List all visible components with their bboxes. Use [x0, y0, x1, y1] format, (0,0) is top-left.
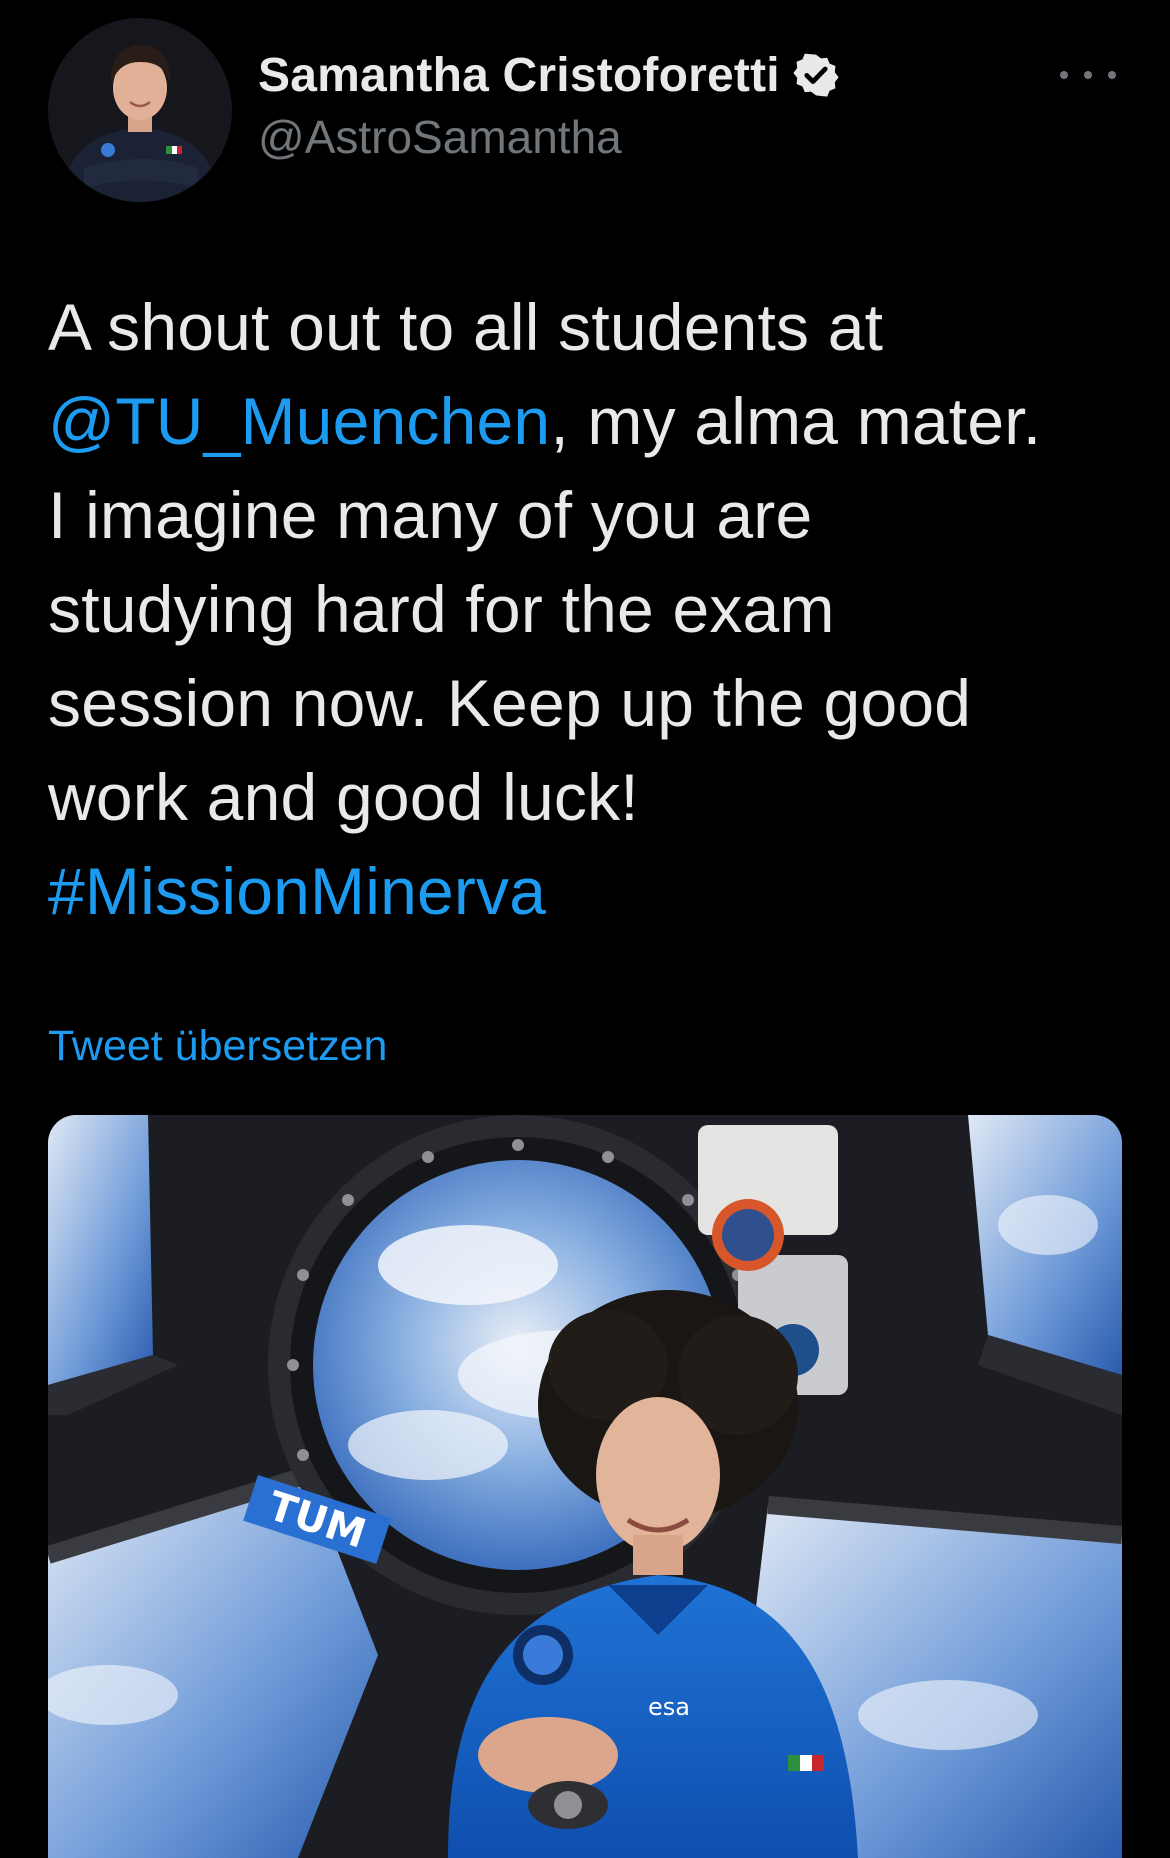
text-segment: work and good luck!: [48, 760, 639, 834]
hashtag-link[interactable]: #MissionMinerva: [48, 854, 546, 928]
author-avatar[interactable]: [48, 18, 232, 202]
tweet-text-line: I imagine many of you are: [48, 468, 1128, 562]
avatar-image: [48, 18, 232, 202]
verified-badge-icon: [793, 53, 839, 97]
more-options-button[interactable]: [1060, 60, 1116, 90]
tweet-text: A shout out to all students at @TU_Muenc…: [48, 280, 1128, 938]
text-segment: session now. Keep up the good: [48, 666, 972, 740]
text-segment: studying hard for the exam: [48, 572, 835, 646]
text-segment: , my alma mater.: [550, 384, 1042, 458]
more-horizontal-icon: [1084, 71, 1092, 79]
tweet-header: Samantha Cristoforetti @AstroSamantha: [258, 44, 1050, 164]
author-display-name[interactable]: Samantha Cristoforetti: [258, 48, 780, 103]
text-segment: I imagine many of you are: [48, 478, 813, 552]
text-segment: A shout out to all students at: [48, 290, 884, 364]
mention-link[interactable]: @TU_Muenchen: [48, 384, 550, 458]
tweet-text-line: studying hard for the exam: [48, 562, 1128, 656]
tweet-text-line: A shout out to all students at: [48, 280, 1128, 374]
more-horizontal-icon: [1108, 71, 1116, 79]
more-horizontal-icon: [1060, 71, 1068, 79]
tweet-text-line: work and good luck!: [48, 750, 1128, 844]
tweet-text-line: #MissionMinerva: [48, 844, 1128, 938]
tweet-text-line: session now. Keep up the good: [48, 656, 1128, 750]
tweet-media-photo[interactable]: TUM esa: [48, 1115, 1122, 1858]
author-handle[interactable]: @AstroSamantha: [258, 110, 1050, 164]
tweet-text-line: @TU_Muenchen, my alma mater.: [48, 374, 1128, 468]
author-name-row: Samantha Cristoforetti: [258, 44, 1050, 106]
status-area: [0, 0, 1170, 4]
cupola-photo: TUM esa: [48, 1115, 1122, 1858]
translate-tweet-link[interactable]: Tweet übersetzen: [48, 1022, 387, 1071]
esa-logo-text: esa: [648, 1693, 690, 1721]
